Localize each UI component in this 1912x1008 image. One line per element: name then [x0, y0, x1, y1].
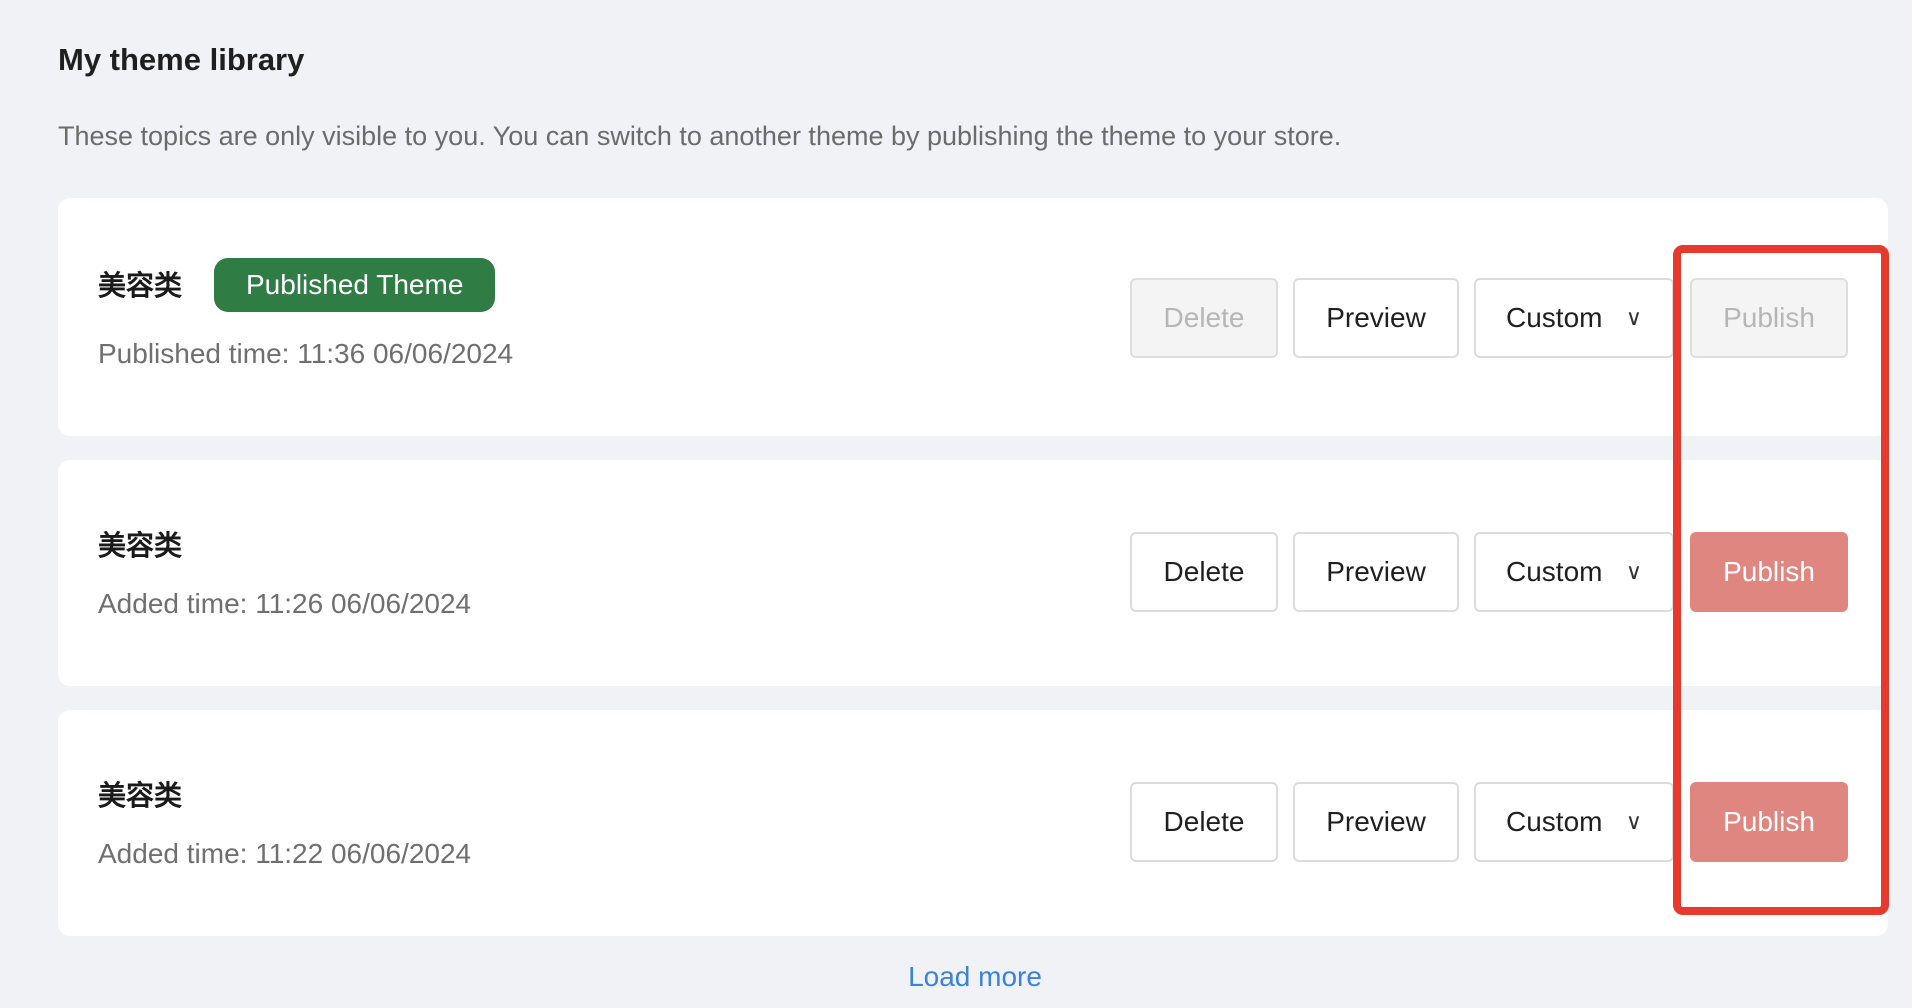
- theme-name: 美容类: [98, 269, 183, 302]
- theme-card: 美容类 Published Theme Published time: 11:3…: [58, 198, 1888, 436]
- theme-card: 美容类 Added time: 11:26 06/06/2024 Delete …: [58, 460, 1888, 686]
- publish-button: Publish: [1690, 278, 1848, 358]
- load-more-link[interactable]: Load more: [0, 961, 1912, 993]
- page-description: These topics are only visible to you. Yo…: [58, 121, 1342, 151]
- chevron-down-icon: ∨: [1625, 809, 1642, 834]
- theme-library-page: My theme library These topics are only v…: [0, 0, 1912, 1008]
- theme-name: 美容类: [98, 779, 183, 812]
- theme-name: 美容类: [98, 529, 183, 562]
- publish-button[interactable]: Publish: [1690, 782, 1848, 862]
- delete-button: Delete: [1130, 278, 1278, 358]
- chevron-down-icon: ∨: [1625, 559, 1642, 584]
- delete-button[interactable]: Delete: [1130, 532, 1278, 612]
- preview-button[interactable]: Preview: [1293, 782, 1459, 862]
- custom-dropdown-label: Custom: [1506, 806, 1603, 837]
- custom-dropdown[interactable]: Custom ∨: [1474, 782, 1674, 862]
- theme-time: Added time: 11:22 06/06/2024: [98, 838, 472, 869]
- published-theme-badge: Published Theme: [214, 258, 496, 312]
- theme-time: Added time: 11:26 06/06/2024: [98, 588, 472, 619]
- publish-button[interactable]: Publish: [1690, 532, 1848, 612]
- page-title: My theme library: [58, 42, 305, 77]
- preview-button[interactable]: Preview: [1293, 278, 1459, 358]
- theme-time: Published time: 11:36 06/06/2024: [98, 338, 514, 369]
- preview-button[interactable]: Preview: [1293, 532, 1459, 612]
- custom-dropdown[interactable]: Custom ∨: [1474, 278, 1674, 358]
- custom-dropdown-label: Custom: [1506, 556, 1603, 587]
- chevron-down-icon: ∨: [1625, 305, 1642, 330]
- theme-card: 美容类 Added time: 11:22 06/06/2024 Delete …: [58, 710, 1888, 936]
- custom-dropdown[interactable]: Custom ∨: [1474, 532, 1674, 612]
- custom-dropdown-label: Custom: [1506, 302, 1603, 333]
- delete-button[interactable]: Delete: [1130, 782, 1278, 862]
